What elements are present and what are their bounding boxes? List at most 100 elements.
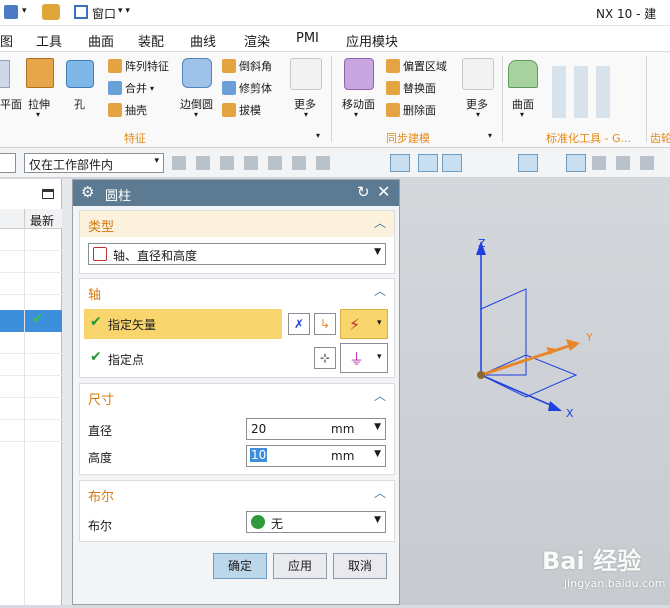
point-type-select[interactable]: ⏚ ▾ [340, 343, 388, 373]
chamfer-label: 倒斜角 [239, 60, 272, 73]
type-section-header[interactable]: 类型 ︿ [80, 211, 394, 237]
table-row[interactable] [0, 420, 62, 442]
more-features-icon[interactable] [290, 58, 322, 90]
snap-endpoint-icon[interactable] [442, 154, 462, 172]
snap-center-icon[interactable] [518, 154, 538, 172]
collapse-icon: ︿ [373, 486, 386, 500]
table-row[interactable] [0, 376, 62, 398]
menu-curve[interactable]: 曲线 [190, 31, 216, 50]
edge-blend-chevron-icon[interactable]: ▾ [194, 110, 198, 119]
more-sync-chevron-icon[interactable]: ▾ [476, 110, 480, 119]
menu-assembly[interactable]: 装配 [138, 31, 164, 50]
std-tool-icon-grid[interactable] [552, 66, 616, 118]
dialog-title-bar[interactable]: ⚙ 圆柱 ↻ ✕ [73, 180, 399, 206]
dimensions-section-header[interactable]: 尺寸 ︿ [80, 384, 394, 410]
x-axis-line [480, 374, 556, 408]
snap-point-active-icon[interactable] [390, 154, 410, 172]
draft-button[interactable]: 拔模 [222, 102, 261, 118]
type-section-label: 类型 [88, 220, 115, 235]
snap-misc-icons[interactable] [592, 156, 664, 170]
snap-intersection-icon[interactable] [566, 154, 586, 172]
graphics-viewport[interactable]: Z X Y Bai 经验 jingyan.baidu.com [400, 179, 670, 605]
height-input[interactable]: 10 mm ▼ [246, 445, 386, 467]
more-features-chevron-icon[interactable]: ▾ [304, 110, 308, 119]
table-row[interactable] [0, 273, 62, 295]
more-sync-icon[interactable] [462, 58, 494, 90]
surface-icon[interactable] [508, 60, 538, 88]
point-dialog-button[interactable]: ⊹ [314, 347, 336, 369]
datum-plane-horizontal [480, 354, 578, 398]
boolean-section-header[interactable]: 布尔 ︿ [80, 481, 394, 507]
menu-tools[interactable]: 工具 [36, 31, 62, 50]
save-icon[interactable] [4, 5, 18, 19]
ok-button[interactable]: 确定 [213, 553, 267, 579]
menu-app-modules[interactable]: 应用模块 [346, 31, 398, 50]
window-menu[interactable]: 窗口 [92, 5, 116, 22]
type-select[interactable]: 轴、直径和高度 ▼ [88, 243, 386, 265]
selection-scope-select[interactable]: 仅在工作部件内 ▾ [24, 153, 164, 173]
collapse-icon: ︿ [373, 389, 386, 403]
unite-button[interactable]: 合并 ▾ [108, 80, 154, 96]
shell-button[interactable]: 抽壳 [108, 102, 147, 118]
apply-button[interactable]: 应用 [273, 553, 327, 579]
group-features-expand-icon[interactable]: ▾ [316, 131, 320, 140]
table-row[interactable] [0, 251, 62, 273]
menu-pmi[interactable]: PMI [296, 31, 319, 46]
offset-region-button[interactable]: 偏置区域 [386, 58, 447, 74]
datum-plane-icon[interactable] [0, 60, 10, 88]
reverse-direction-button[interactable]: ✗ [288, 313, 310, 335]
pattern-feature-button[interactable]: 阵列特征 [108, 58, 169, 74]
delete-face-button[interactable]: 删除面 [386, 102, 436, 118]
vector-type-select[interactable]: ⚡ ▾ [340, 309, 388, 339]
menu-view[interactable]: 图 [0, 31, 13, 50]
shell-label: 抽壳 [125, 104, 147, 117]
extrude-chevron-icon[interactable]: ▾ [36, 110, 40, 119]
menu-render[interactable]: 渲染 [244, 31, 270, 50]
gear-icon[interactable]: ⚙ [81, 183, 94, 201]
reset-icon[interactable]: ↻ [357, 183, 370, 201]
menu-surface[interactable]: 曲面 [88, 31, 114, 50]
dimensions-section-label: 尺寸 [88, 393, 115, 408]
boolean-select-value: 无 [271, 517, 284, 531]
chamfer-button[interactable]: 倒斜角 [222, 58, 272, 74]
y-axis-label: Y [586, 331, 593, 344]
move-face-chevron-icon[interactable]: ▾ [354, 110, 358, 119]
table-row[interactable] [0, 229, 62, 251]
window-icon[interactable] [74, 5, 88, 19]
vector-dialog-button[interactable]: ↳ [314, 313, 336, 335]
trim-body-label: 修剪体 [239, 82, 272, 95]
table-row[interactable] [0, 332, 62, 354]
move-face-icon[interactable] [344, 58, 374, 90]
replace-face-button[interactable]: 替换面 [386, 80, 436, 96]
diameter-input[interactable]: 20 mm ▼ [246, 418, 386, 440]
table-row[interactable] [0, 354, 62, 376]
cancel-button[interactable]: 取消 [333, 553, 387, 579]
snap-line-icon[interactable] [418, 154, 438, 172]
chevron-down-icon: ▾ [377, 318, 382, 328]
checkmark-icon: ✔ [90, 349, 102, 365]
boolean-select[interactable]: 无 ▼ [246, 511, 386, 533]
window-menu-chevron-icon[interactable]: ▾ ▾ [118, 6, 130, 16]
surface-chevron-icon[interactable]: ▾ [520, 110, 524, 119]
table-row-selected[interactable]: ✔ [0, 310, 62, 332]
maximize-icon[interactable] [42, 189, 54, 199]
origin-point-icon [477, 371, 485, 379]
close-icon[interactable]: ✕ [377, 182, 390, 201]
dropdown-chevron-icon[interactable]: ▾ [22, 6, 27, 16]
latest-column-header[interactable]: 最新 [30, 212, 54, 229]
snap-tool-icons[interactable] [172, 156, 332, 170]
specify-vector-row[interactable]: ✔ 指定矢量 [84, 309, 282, 339]
move-face-button[interactable]: 移动面 [342, 96, 375, 112]
axis-section-header[interactable]: 轴 ︿ [80, 279, 394, 305]
extrude-icon[interactable] [26, 58, 54, 88]
hole-icon[interactable] [66, 60, 94, 88]
hole-button[interactable]: 孔 [74, 96, 85, 112]
scope-select[interactable] [0, 153, 16, 173]
plane-button[interactable]: 平面 [0, 96, 22, 112]
edge-blend-icon[interactable] [182, 58, 212, 88]
touch-mode-icon[interactable] [42, 4, 60, 20]
group-sync-expand-icon[interactable]: ▾ [488, 131, 492, 140]
table-row[interactable] [0, 398, 62, 420]
specify-vector-label: 指定矢量 [108, 318, 157, 332]
trim-body-button[interactable]: 修剪体 [222, 80, 272, 96]
